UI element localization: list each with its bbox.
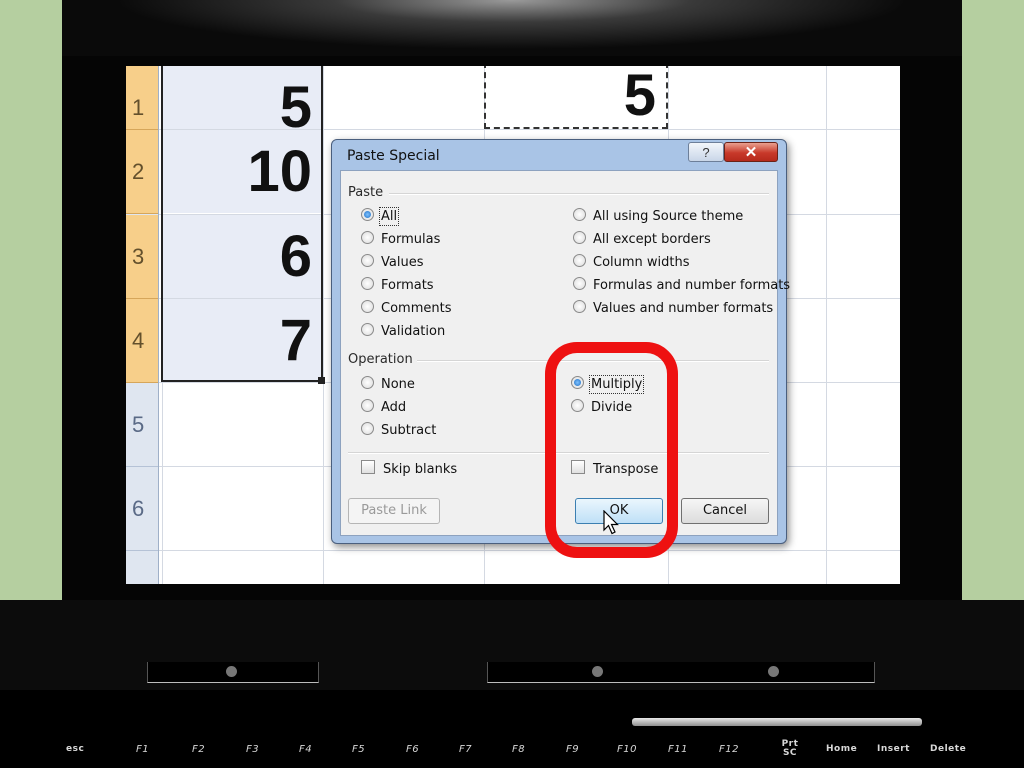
mouse-cursor-icon — [603, 510, 619, 535]
keyboard-key-label: F10 — [617, 744, 637, 755]
radio-label: Column widths — [593, 255, 690, 270]
radio-label: Formulas — [381, 232, 441, 247]
keyboard-key-label: F4 — [299, 744, 313, 755]
paste-link-button[interactable]: Paste Link — [348, 498, 440, 524]
skip-blanks-option[interactable]: Skip blanks — [361, 460, 457, 478]
row-header[interactable]: 4 — [126, 299, 158, 383]
radio-label: Formats — [381, 278, 434, 293]
radio-option[interactable]: Comments — [361, 300, 451, 318]
radio-option[interactable]: Formats — [361, 277, 434, 295]
keyboard-key-label: F7 — [459, 744, 473, 755]
row-header[interactable]: 2 — [126, 130, 158, 214]
keyboard-key-label: F3 — [246, 744, 260, 755]
radio-option[interactable]: All using Source theme — [573, 208, 743, 226]
radio-button[interactable] — [361, 399, 374, 412]
radio-button[interactable] — [361, 422, 374, 435]
radio-button[interactable] — [361, 323, 374, 336]
keyboard-key-label: F6 — [406, 744, 420, 755]
row-header[interactable]: 3 — [126, 215, 158, 299]
radio-option[interactable]: Formulas and number formats — [573, 277, 790, 295]
radio-label: Values — [381, 255, 424, 270]
radio-label: Add — [381, 400, 407, 415]
radio-option[interactable]: None — [361, 376, 415, 394]
radio-option[interactable]: Validation — [361, 323, 445, 341]
paste-group-label: Paste — [348, 185, 384, 200]
radio-label: All — [378, 207, 400, 226]
keyboard-key-label: F1 — [136, 744, 150, 755]
radio-option[interactable]: Values — [361, 254, 423, 272]
grid-row-line — [126, 550, 900, 551]
radio-button[interactable] — [573, 231, 586, 244]
radio-label: Formulas and number formats — [593, 278, 791, 293]
radio-label: All except borders — [593, 232, 711, 247]
hinge-screw — [592, 666, 603, 677]
copied-cell[interactable]: 5 — [484, 66, 668, 129]
radio-button[interactable] — [573, 300, 586, 313]
radio-label: Values and number formats — [593, 301, 774, 316]
radio-option[interactable]: Column widths — [573, 254, 690, 272]
keyboard — [0, 690, 1024, 768]
keyboard-key-label: F5 — [352, 744, 366, 755]
fill-handle[interactable] — [318, 377, 325, 384]
radio-label: Comments — [381, 301, 452, 316]
radio-label: All using Source theme — [593, 209, 744, 224]
skip-blanks-checkbox[interactable] — [361, 460, 375, 474]
help-button[interactable]: ? — [688, 142, 724, 162]
row-header[interactable]: 5 — [126, 383, 158, 467]
keyboard-key-label: Home — [826, 744, 858, 754]
radio-label: Subtract — [381, 423, 437, 438]
radio-button[interactable] — [361, 231, 374, 244]
radio-option[interactable]: All — [361, 207, 400, 226]
grid-column-line — [826, 66, 827, 584]
radio-option[interactable]: Add — [361, 399, 406, 417]
radio-label: Validation — [381, 324, 446, 339]
radio-option[interactable]: Subtract — [361, 422, 436, 440]
keyboard-key-label: Prt SC — [781, 739, 799, 758]
radio-button[interactable] — [361, 208, 374, 221]
dialog-title: Paste Special — [347, 148, 440, 164]
keyboard-key-label: Insert — [877, 744, 910, 754]
hinge-screw — [768, 666, 779, 677]
keyboard-key-label: F8 — [512, 744, 526, 755]
radio-button[interactable] — [573, 208, 586, 221]
radio-option[interactable]: Values and number formats — [573, 300, 773, 318]
cancel-button[interactable]: Cancel — [681, 498, 769, 524]
keyboard-key-label: F12 — [719, 744, 739, 755]
keyboard-key-label: F9 — [566, 744, 580, 755]
radio-button[interactable] — [361, 254, 374, 267]
paste-group-divider — [389, 193, 769, 195]
operation-group-label: Operation — [348, 352, 413, 367]
hinge-left — [147, 662, 319, 683]
grid-column-line — [323, 66, 324, 584]
radio-option[interactable]: All except borders — [573, 231, 711, 249]
radio-button[interactable] — [573, 254, 586, 267]
row-header[interactable]: 1 — [126, 66, 158, 130]
keyboard-key-label: esc — [66, 744, 85, 754]
radio-label: None — [381, 377, 415, 392]
skip-blanks-label: Skip blanks — [383, 462, 458, 477]
radio-option[interactable]: Formulas — [361, 231, 440, 249]
radio-button[interactable] — [361, 300, 374, 313]
radio-button[interactable] — [361, 277, 374, 290]
row-header[interactable]: 6 — [126, 467, 158, 551]
bezel-shine — [62, 0, 962, 56]
close-button[interactable]: ✕ — [724, 142, 778, 162]
hinge-right — [487, 662, 875, 683]
keyboard-key-label: F11 — [668, 744, 688, 755]
radio-button[interactable] — [573, 277, 586, 290]
keyboard-key-label: F2 — [192, 744, 206, 755]
row-headers: 123456 — [126, 66, 159, 584]
selection-border — [161, 66, 323, 382]
radio-button[interactable] — [361, 376, 374, 389]
hinge-screw — [226, 666, 237, 677]
trackpad-strip — [632, 718, 922, 726]
keyboard-key-label: Delete — [930, 744, 967, 754]
laptop-lower-bezel — [0, 600, 1024, 700]
